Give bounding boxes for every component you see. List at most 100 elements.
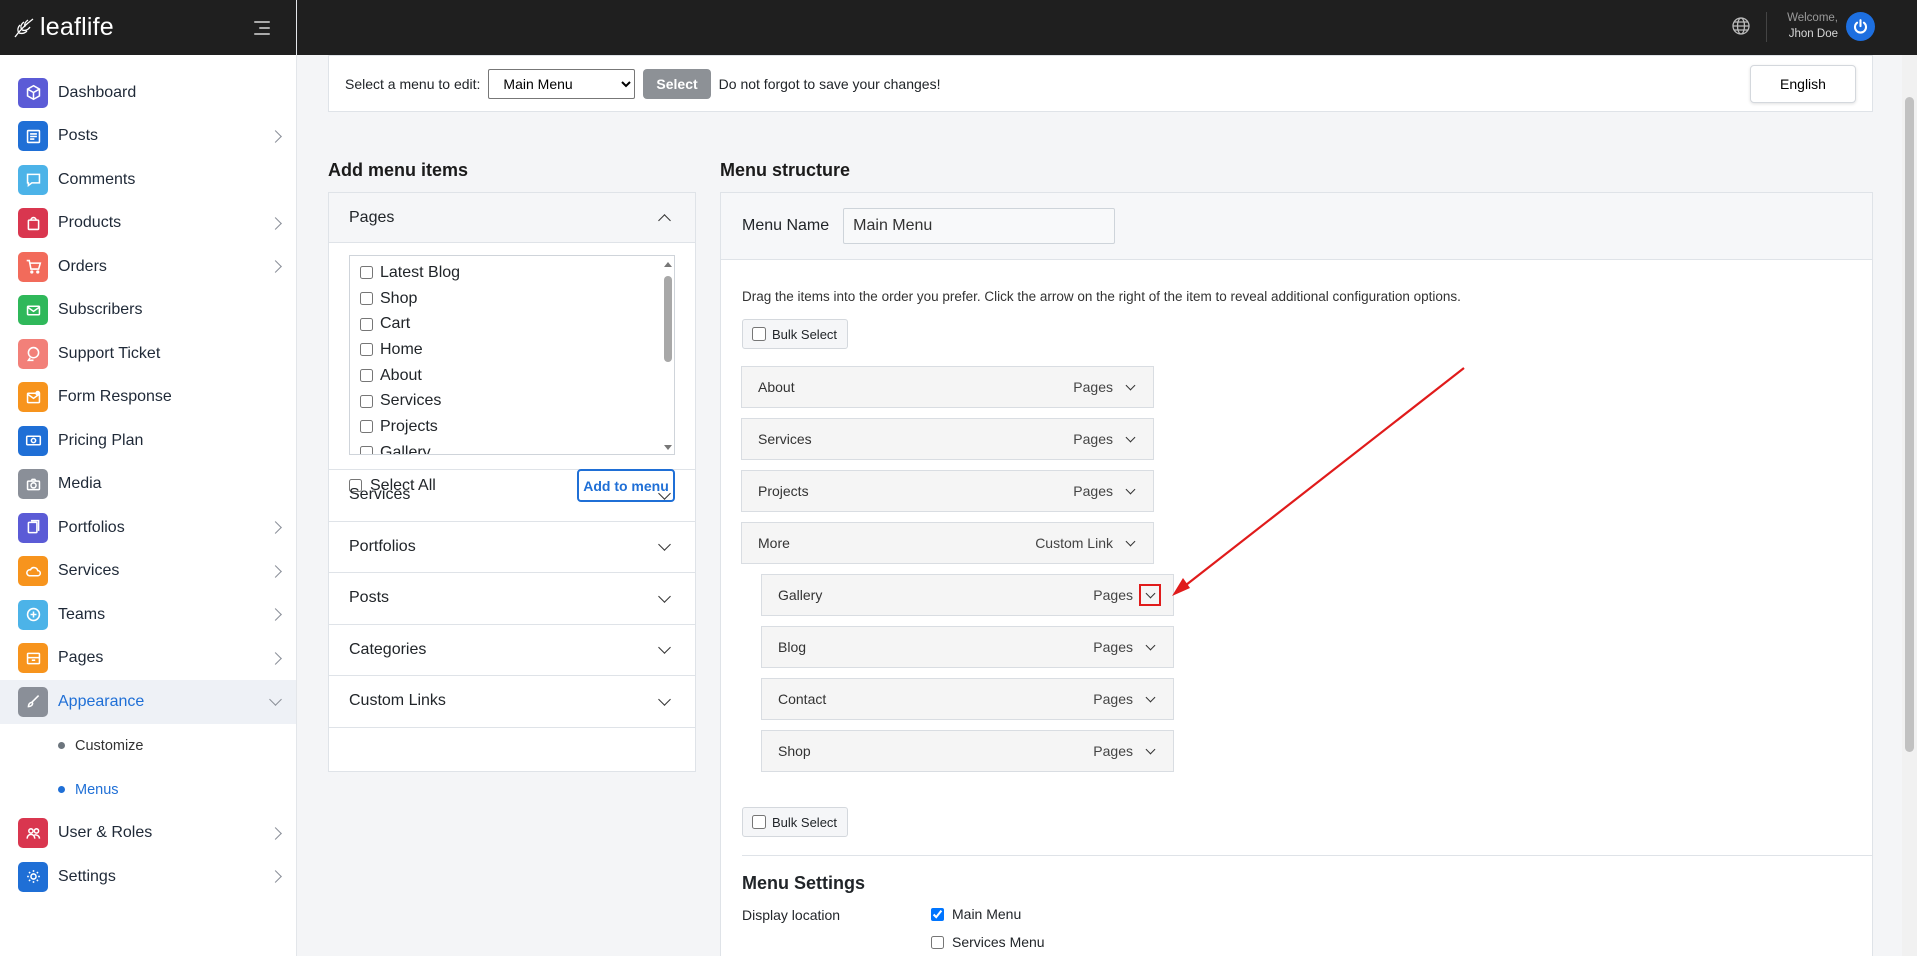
sidebar-item-appearance[interactable]: Appearance [0, 680, 296, 724]
accordion-label: Portfolios [349, 537, 416, 555]
page-label: Cart [380, 315, 411, 333]
location-checkbox[interactable] [931, 935, 944, 949]
sidebar-item-posts[interactable]: Posts [0, 115, 296, 159]
menu-item-more[interactable]: More Custom Link [741, 522, 1154, 564]
menu-item-type: Pages [1093, 639, 1133, 655]
accordion-posts[interactable]: Posts [329, 573, 695, 625]
accordion-portfolios[interactable]: Portfolios [329, 522, 695, 573]
sidebar-item-teams[interactable]: Teams [0, 593, 296, 637]
menu-item-label: Services [758, 431, 812, 447]
page-checkbox[interactable] [360, 446, 373, 454]
menu-item-projects[interactable]: Projects Pages [741, 470, 1154, 512]
page-checkbox[interactable] [360, 292, 373, 306]
sidebar-item-media[interactable]: Media [0, 463, 296, 507]
sidebar-item-label: Dashboard [58, 83, 137, 101]
accordion-categories[interactable]: Categories [329, 625, 695, 676]
page-checkbox[interactable] [360, 394, 373, 408]
sidebar-item-pages[interactable]: Pages [0, 637, 296, 681]
menu-item-blog[interactable]: Blog Pages [761, 626, 1174, 668]
sidebar-item-settings[interactable]: Settings [0, 855, 296, 899]
expand-chevron-icon[interactable] [1139, 688, 1161, 710]
menu-item-about[interactable]: About Pages [741, 366, 1154, 408]
sidebar-subitem-customize[interactable]: Customize [0, 724, 296, 768]
sidebar-item-label: Form Response [58, 388, 172, 406]
sidebar-item-label: Pricing Plan [58, 431, 144, 449]
location-checkbox[interactable] [931, 907, 944, 921]
menu-name-input[interactable] [843, 208, 1116, 244]
menu-item-type: Pages [1093, 587, 1133, 603]
page-checkbox[interactable] [360, 343, 373, 357]
expand-chevron-icon[interactable] [1139, 584, 1161, 606]
accordion-pages[interactable]: Pages [329, 193, 695, 243]
page-checkbox[interactable] [360, 420, 373, 434]
language-globe-icon[interactable] [1731, 16, 1751, 36]
sidebar-item-pricing-plan[interactable]: Pricing Plan [0, 419, 296, 463]
sidebar-toggle-icon[interactable] [246, 16, 270, 40]
mail-open-icon [18, 382, 48, 413]
menu-item-label: Contact [778, 691, 827, 707]
sidebar-item-products[interactable]: Products [0, 202, 296, 246]
page-checklist-item[interactable]: Cart [360, 311, 674, 337]
page-checklist-item[interactable]: Shop [360, 286, 674, 312]
bulk-select-bottom[interactable]: Bulk Select [742, 807, 848, 837]
expand-chevron-icon[interactable] [1119, 428, 1141, 450]
page-checklist-item[interactable]: Projects [360, 414, 674, 440]
location-main-menu[interactable]: Main Menu [931, 906, 1021, 922]
expand-chevron-icon[interactable] [1139, 740, 1161, 762]
power-icon[interactable] [1846, 12, 1875, 41]
sidebar-item-subscribers[interactable]: Subscribers [0, 289, 296, 333]
sidebar-item-label: Products [58, 214, 122, 232]
menu-item-gallery[interactable]: Gallery Pages [761, 574, 1174, 616]
support-icon [18, 338, 48, 369]
page-checklist-item[interactable]: About [360, 363, 674, 389]
menu-structure-panel: Menu Name Drag the items into the order … [720, 192, 1873, 956]
cloud-icon [18, 556, 48, 587]
page-checkbox[interactable] [360, 317, 373, 331]
sidebar-item-services[interactable]: Services [0, 550, 296, 594]
page-checklist-item[interactable]: Latest Blog [360, 260, 674, 286]
select-button[interactable]: Select [643, 68, 711, 99]
sidebar-subitem-menus[interactable]: Menus [0, 768, 296, 812]
expand-chevron-icon[interactable] [1119, 376, 1141, 398]
menu-select[interactable]: Main Menu [488, 68, 636, 99]
menu-name-label: Menu Name [742, 217, 830, 234]
menu-item-type: Pages [1073, 483, 1113, 499]
page-checklist-item[interactable]: Services [360, 388, 674, 414]
sidebar-item-orders[interactable]: Orders [0, 245, 296, 289]
page-scrollbar[interactable] [1902, 55, 1917, 956]
bulk-select-checkbox[interactable] [752, 815, 766, 829]
scrollbar-thumb[interactable] [1905, 97, 1914, 752]
cart-icon [18, 251, 48, 282]
sidebar-item-user-roles[interactable]: User & Roles [0, 812, 296, 856]
expand-chevron-icon[interactable] [1119, 480, 1141, 502]
bulk-select-top[interactable]: Bulk Select [742, 319, 848, 349]
sidebar-item-label: Settings [58, 867, 116, 885]
display-location-label: Display location [742, 907, 841, 923]
page-checkbox[interactable] [360, 369, 373, 383]
accordion-custom-links[interactable]: Custom Links [329, 676, 695, 728]
expand-chevron-icon[interactable] [1119, 532, 1141, 554]
sidebar-item-support-ticket[interactable]: Support Ticket [0, 332, 296, 376]
sidebar-item-label: Subscribers [58, 301, 143, 319]
menu-item-label: Projects [758, 483, 809, 499]
page-checkbox[interactable] [360, 266, 373, 280]
sidebar-item-label: Teams [58, 605, 106, 623]
add-to-menu-button[interactable]: Add to menu [577, 469, 675, 502]
menu-item-shop[interactable]: Shop Pages [761, 730, 1174, 772]
bulk-select-checkbox[interactable] [752, 327, 766, 341]
language-button[interactable]: English [1750, 64, 1856, 103]
sidebar-item-portfolios[interactable]: Portfolios [0, 506, 296, 550]
location-services-menu[interactable]: Services Menu [931, 934, 1045, 950]
expand-chevron-icon[interactable] [1139, 636, 1161, 658]
sidebar-item-form-response[interactable]: Form Response [0, 376, 296, 420]
sidebar-item-comments[interactable]: Comments [0, 158, 296, 202]
sidebar-item-dashboard[interactable]: Dashboard [0, 71, 296, 115]
page-label: Services [380, 392, 442, 410]
menu-item-label: More [758, 535, 790, 551]
page-checklist-item[interactable]: Gallery [360, 440, 674, 454]
menu-item-type: Pages [1093, 743, 1133, 759]
pages-list-scrollbar[interactable] [663, 258, 673, 454]
page-checklist-item[interactable]: Home [360, 337, 674, 363]
menu-item-services[interactable]: Services Pages [741, 418, 1154, 460]
menu-item-contact[interactable]: Contact Pages [761, 678, 1174, 720]
